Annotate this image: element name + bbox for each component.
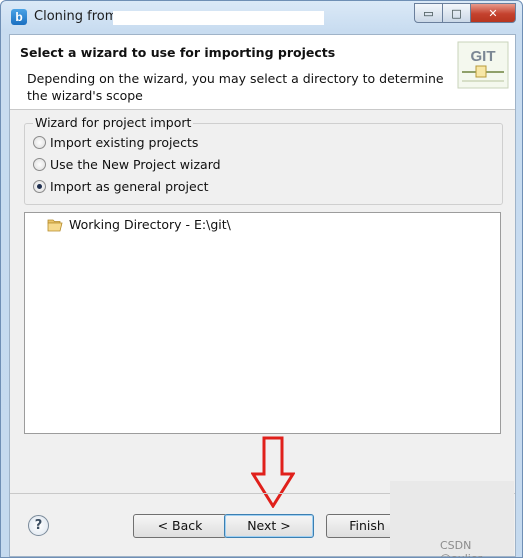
title-bar[interactable]: b Cloning from ▭ □ ✕ xyxy=(1,1,522,33)
window-controls: ▭ □ ✕ xyxy=(414,3,516,23)
page-title: Select a wizard to use for importing pro… xyxy=(20,45,336,60)
radio-new-project-wizard[interactable]: Use the New Project wizard xyxy=(33,157,221,172)
project-tree[interactable]: Working Directory - E:\git\ xyxy=(24,212,501,434)
wizard-header: Select a wizard to use for importing pro… xyxy=(10,35,515,110)
maximize-button[interactable]: □ xyxy=(443,3,471,23)
radio-label: Import as general project xyxy=(50,179,209,194)
maximize-icon: □ xyxy=(451,6,462,20)
git-logo-text: GIT xyxy=(471,48,496,65)
window-title: Cloning from xyxy=(34,9,118,24)
minimize-icon: ▭ xyxy=(423,6,434,20)
wizard-content: Select a wizard to use for importing pro… xyxy=(9,34,516,557)
radio-import-general-project[interactable]: Import as general project xyxy=(33,179,208,194)
next-button[interactable]: Next > xyxy=(224,514,314,538)
down-arrow-annotation-icon xyxy=(251,436,295,508)
radio-button-checked[interactable] xyxy=(33,180,46,193)
eclipse-app-icon: b xyxy=(11,9,27,25)
tree-item-working-directory[interactable]: Working Directory - E:\git\ xyxy=(47,217,231,232)
close-button[interactable]: ✕ xyxy=(471,3,516,23)
folder-icon xyxy=(47,219,63,231)
radio-label: Use the New Project wizard xyxy=(50,157,221,172)
minimize-button[interactable]: ▭ xyxy=(414,3,443,23)
back-button[interactable]: < Back xyxy=(133,514,227,538)
wizard-import-group: Wizard for project import Import existin… xyxy=(24,115,503,205)
redacted-title-area xyxy=(113,11,324,25)
group-legend: Wizard for project import xyxy=(33,115,194,130)
radio-button[interactable] xyxy=(33,158,46,171)
tree-item-label: Working Directory - E:\git\ xyxy=(69,217,231,232)
page-description: Depending on the wizard, you may select … xyxy=(27,71,444,103)
close-icon: ✕ xyxy=(488,6,498,20)
radio-label: Import existing projects xyxy=(50,135,199,150)
radio-import-existing-projects[interactable]: Import existing projects xyxy=(33,135,198,150)
git-logo-icon: GIT xyxy=(457,41,509,89)
dialog-window: b Cloning from ▭ □ ✕ Select a wizard to … xyxy=(0,0,523,558)
help-icon[interactable]: ? xyxy=(28,515,49,536)
watermark: CSDN @oulier xyxy=(440,539,482,557)
radio-button[interactable] xyxy=(33,136,46,149)
